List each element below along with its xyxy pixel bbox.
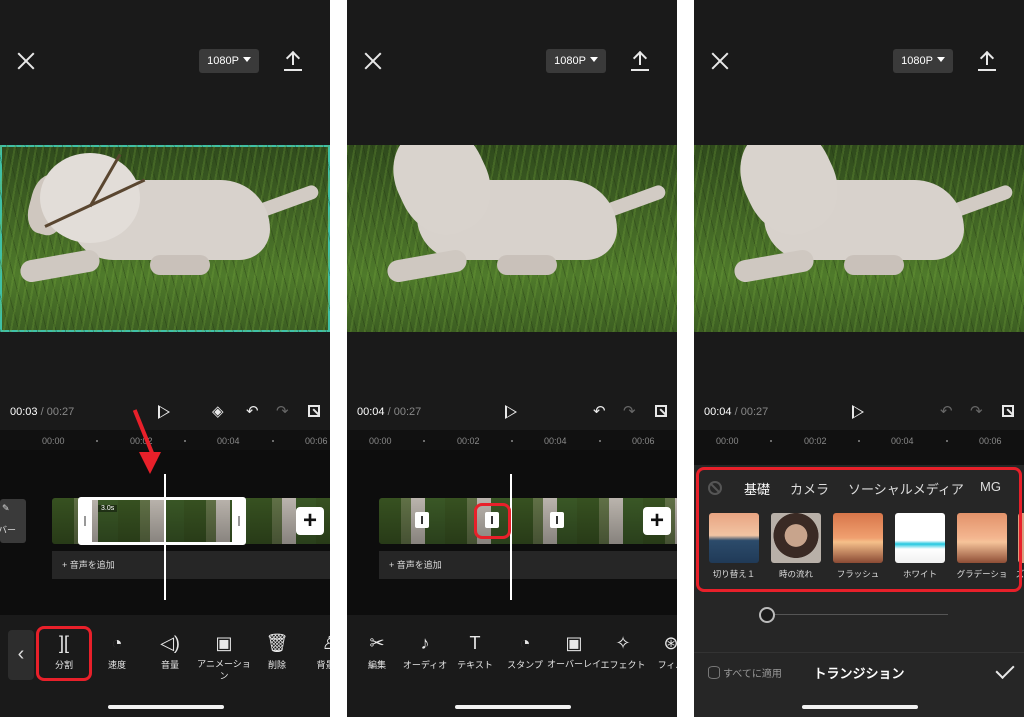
add-audio-button[interactable]: + 音声を追加 <box>379 551 677 579</box>
scissors-icon: ✂ <box>369 633 385 653</box>
animation-icon: ▣ <box>215 633 233 653</box>
fullscreen-icon[interactable] <box>655 405 667 417</box>
highlight-transition <box>474 503 511 539</box>
volume-button[interactable]: ◁) 音量 <box>144 632 196 671</box>
caret-down-icon <box>589 57 598 62</box>
redo-icon[interactable]: ↷ <box>970 404 983 420</box>
resolution-label: 1080P <box>207 55 239 67</box>
home-indicator <box>455 705 571 709</box>
chevron-left-icon[interactable]: ‹ <box>8 630 34 680</box>
video-preview[interactable] <box>347 145 677 332</box>
play-icon[interactable] <box>852 405 864 419</box>
timecode: 00:04 / 00:27 <box>357 406 422 418</box>
text-button[interactable]: T テキスト <box>449 632 501 671</box>
export-icon[interactable] <box>631 50 649 72</box>
delete-button[interactable]: 🗑 削除 <box>251 632 303 671</box>
export-icon[interactable] <box>978 50 996 72</box>
timecode: 00:03 / 00:27 <box>10 406 75 418</box>
playhead[interactable] <box>510 474 512 600</box>
trash-icon: 🗑 <box>265 633 289 653</box>
keyframe-icon[interactable]: ◈ <box>212 404 224 420</box>
filter-icon: ⊛ <box>663 633 677 653</box>
overlay-icon: ▣ <box>565 633 583 653</box>
speed-button[interactable]: ◔ 速度 <box>91 632 143 671</box>
transition-marker[interactable] <box>550 512 564 528</box>
resolution-button[interactable]: 1080P <box>199 49 259 73</box>
speed-icon: ◔ <box>111 633 123 653</box>
add-clip-button[interactable]: + <box>643 507 671 535</box>
caret-down-icon <box>242 57 251 62</box>
screen-transitions: 1080P 00:04 / 00:27 ↶ ↷ 00:00 00:02 00:0… <box>694 0 1024 717</box>
cover-button[interactable]: ✎ バー <box>0 499 26 543</box>
timecode: 00:04 / 00:27 <box>704 406 769 418</box>
screen-timeline: 1080P 00:04 / 00:27 ↶ ↷ 00:00 00:02 00:0… <box>347 0 677 717</box>
video-preview[interactable] <box>0 145 330 332</box>
resolution-label: 1080P <box>901 55 933 67</box>
highlight-transition-panel <box>696 467 1022 592</box>
play-icon[interactable] <box>158 405 170 419</box>
time-ruler: 00:00 00:02 00:04 00:06 <box>347 430 677 450</box>
main-toolbar: ✂ 編集 ♪ オーディオ T テキスト ◔ スタンプ ▣ オーバーレイ ✧ エフェクト ⊛ フ… <box>347 620 677 690</box>
sticker-icon: ◔ <box>519 633 531 653</box>
red-arrow-head <box>139 452 161 474</box>
volume-icon: ◁) <box>160 633 180 653</box>
timeline-strip <box>694 450 1024 465</box>
edit-button[interactable]: ✂ 編集 <box>351 632 403 671</box>
home-indicator <box>108 705 224 709</box>
close-icon[interactable] <box>363 51 383 71</box>
effects-button[interactable]: ✧ エフェクト <box>597 632 649 671</box>
duration-slider-track[interactable] <box>772 614 948 615</box>
animation-button[interactable]: ▣ アニメーション <box>197 632 251 682</box>
bottom-bar: すべてに適用 トランジション <box>694 652 1024 689</box>
undo-icon[interactable]: ↶ <box>593 404 606 420</box>
resolution-button[interactable]: 1080P <box>546 49 606 73</box>
timeline[interactable]: + + 音声を追加 <box>347 450 677 615</box>
timeline[interactable]: ✎ バー 3.0s + + 音声を追加 <box>0 450 330 615</box>
background-button[interactable]: ♙背景を <box>304 632 330 671</box>
undo-icon[interactable]: ↶ <box>940 404 953 420</box>
play-icon[interactable] <box>505 405 517 419</box>
person-icon: ♙ <box>321 633 330 653</box>
screen-split: 1080P 00:03 / 00:27 ◈ ↶ ↷ 00:00 00:02 00… <box>0 0 330 717</box>
close-icon[interactable] <box>16 51 36 71</box>
fullscreen-icon[interactable] <box>308 405 320 417</box>
add-clip-button[interactable]: + <box>296 507 324 535</box>
video-preview[interactable] <box>694 145 1024 332</box>
playback-controls: 00:04 / 00:27 ↶ ↷ <box>347 400 677 424</box>
close-icon[interactable] <box>710 51 730 71</box>
clip-duration: 3.0s <box>98 505 118 512</box>
resolution-label: 1080P <box>554 55 586 67</box>
redo-icon[interactable]: ↷ <box>623 404 636 420</box>
audio-button[interactable]: ♪ オーディオ <box>399 632 451 671</box>
highlight-split <box>36 626 92 681</box>
resolution-button[interactable]: 1080P <box>893 49 953 73</box>
undo-icon[interactable]: ↶ <box>246 404 259 420</box>
playhead[interactable] <box>164 474 166 600</box>
panel-title: トランジション <box>813 666 905 681</box>
filter-button[interactable]: ⊛フィル <box>645 632 677 671</box>
top-bar: 1080P <box>347 0 677 145</box>
playback-controls: 00:04 / 00:27 ↶ ↷ <box>694 400 1024 424</box>
fullscreen-icon[interactable] <box>1002 405 1014 417</box>
add-audio-button[interactable]: + 音声を追加 <box>52 551 330 579</box>
time-ruler: 00:00 00:02 00:04 00:06 <box>0 430 330 450</box>
export-icon[interactable] <box>284 50 302 72</box>
redo-icon[interactable]: ↷ <box>276 404 289 420</box>
sticker-button[interactable]: ◔ スタンプ <box>499 632 551 671</box>
transition-marker[interactable] <box>415 512 429 528</box>
time-ruler: 00:00 00:02 00:04 00:06 <box>694 430 1024 450</box>
duration-slider-knob[interactable] <box>759 607 775 623</box>
caret-down-icon <box>936 57 945 62</box>
text-icon: T <box>469 633 481 653</box>
playback-controls: 00:03 / 00:27 ◈ ↶ ↷ <box>0 400 330 424</box>
overlay-button[interactable]: ▣ オーバーレイ <box>547 632 601 670</box>
home-indicator <box>802 705 918 709</box>
effects-icon: ✧ <box>615 633 631 653</box>
top-bar: 1080P <box>0 0 330 145</box>
top-bar: 1080P <box>694 0 1024 145</box>
music-note-icon: ♪ <box>420 633 430 653</box>
